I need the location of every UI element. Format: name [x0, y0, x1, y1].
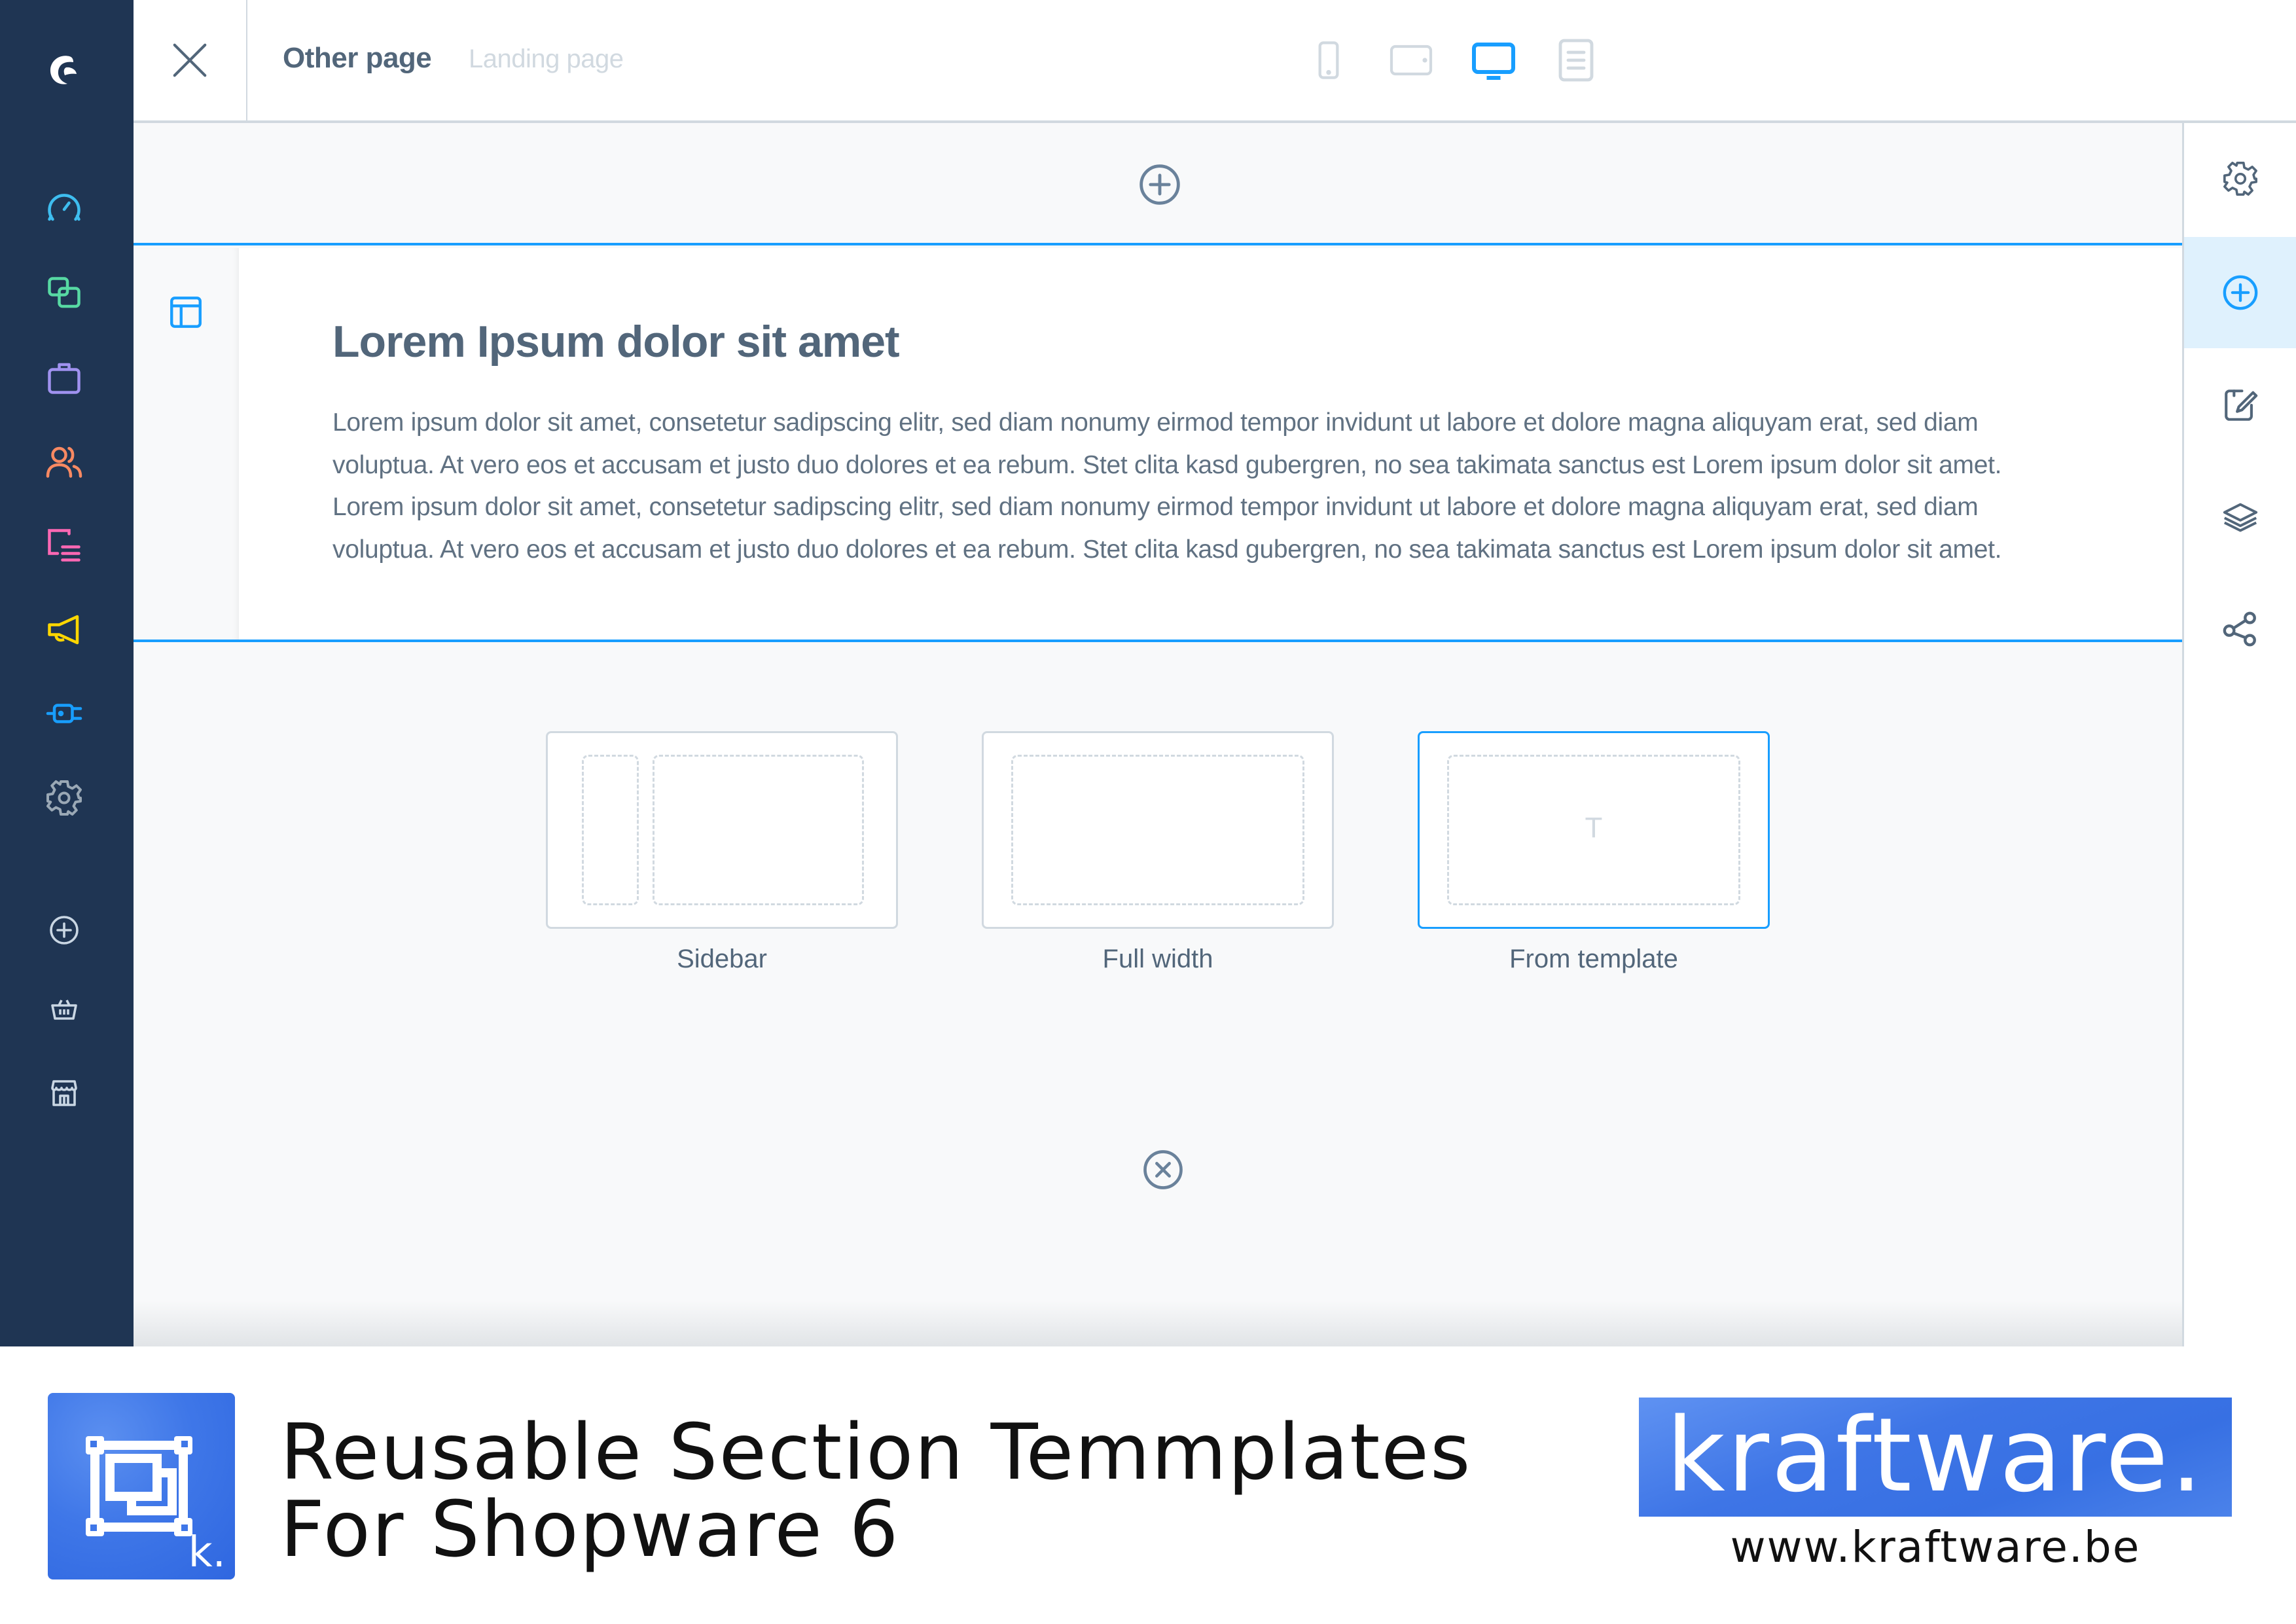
- cancel-section-selection-button[interactable]: [1139, 1146, 1187, 1193]
- sidebar-item-extensions[interactable]: [41, 690, 88, 737]
- main-slot: [653, 755, 864, 905]
- brand-logo: kraftware.: [1639, 1396, 2232, 1517]
- page-type-label: Landing page: [469, 45, 624, 73]
- sidebar-item-orders[interactable]: [41, 354, 88, 401]
- main-sidebar: [0, 0, 134, 1346]
- sidebar-item-marketing[interactable]: [41, 606, 88, 653]
- section-type-label: Sidebar: [677, 945, 767, 973]
- section-type-full-width[interactable]: [982, 731, 1334, 929]
- brand-name: kraftware.: [1666, 1396, 2205, 1515]
- gear-icon: [2223, 162, 2257, 196]
- brand-url-link[interactable]: www.kraftware.be: [1639, 1522, 2232, 1572]
- sidebar-item-content[interactable]: [41, 522, 88, 569]
- sidebar-tab-settings[interactable]: [2184, 123, 2296, 234]
- shopware-admin-app: Other page Landing page Lorem Ipsum dolo…: [0, 0, 2296, 1346]
- gear-icon: [46, 780, 82, 816]
- body-line: Lorem ipsum dolor sit amet, consetetur s…: [332, 493, 1979, 521]
- device-mobile-button[interactable]: [1305, 37, 1352, 84]
- body-line: Lorem ipsum dolor sit amet, consetetur s…: [332, 408, 1979, 437]
- section-settings-button[interactable]: [166, 293, 206, 332]
- section-heading: Lorem Ipsum dolor sit amet: [332, 317, 900, 367]
- template-glyph-icon: T: [1585, 812, 1603, 844]
- tablet-icon: [1390, 45, 1433, 76]
- sidebar-shortcut-basket[interactable]: [41, 986, 88, 1033]
- product-title: Reusable Section Temmplates For Shopware…: [280, 1413, 1471, 1568]
- sidebar-item-dashboard[interactable]: [41, 186, 88, 233]
- layers-icon: [2223, 503, 2257, 532]
- edit-document-icon: [2224, 389, 2257, 421]
- layout-sidebar-icon: [170, 297, 202, 328]
- plus-circle-icon: [1139, 164, 1180, 205]
- badge-letter: k.: [188, 1528, 226, 1577]
- section-body-text: Lorem ipsum dolor sit amet, consetetur s…: [332, 402, 2087, 571]
- section-handle: [134, 248, 239, 640]
- content-list-icon: [48, 529, 81, 562]
- users-icon: [46, 446, 82, 478]
- gauge-icon: [48, 194, 81, 221]
- close-circle-icon: [1143, 1150, 1183, 1189]
- section-type-sidebar[interactable]: [546, 731, 898, 929]
- list-document-icon: [1558, 39, 1594, 82]
- megaphone-icon: [48, 615, 79, 645]
- close-editor-button[interactable]: [134, 0, 247, 120]
- products-stack-icon: [48, 277, 81, 308]
- shopping-bag-icon: [48, 363, 81, 394]
- device-form-button[interactable]: [1552, 37, 1600, 84]
- cms-sidebar: [2182, 123, 2296, 1346]
- body-line: voluptua. At vero eos et accusam et just…: [332, 450, 2002, 479]
- desktop-icon: [1472, 43, 1515, 80]
- sidebar-tab-assignment[interactable]: [2184, 573, 2296, 685]
- product-title-line: For Shopware 6: [280, 1484, 900, 1574]
- sidebar-item-customers[interactable]: [41, 438, 88, 485]
- plugin-logo: k.: [48, 1393, 235, 1579]
- sidebar-tab-add-blocks[interactable]: [2184, 237, 2296, 348]
- page-title: Other page: [283, 42, 432, 74]
- sidebar-tab-layers[interactable]: [2184, 461, 2296, 573]
- add-section-bar: [134, 123, 2182, 245]
- product-title-line: Reusable Section Temmplates: [280, 1407, 1472, 1497]
- promo-banner: k. Reusable Section Temmplates For Shopw…: [0, 1346, 2296, 1624]
- sidebar-item-settings[interactable]: [41, 774, 88, 821]
- basket-icon: [51, 1000, 77, 1020]
- close-icon: [173, 43, 207, 77]
- device-switcher: [1305, 37, 1600, 84]
- section-type-from-template[interactable]: T: [1418, 731, 1770, 929]
- storefront-icon: [51, 1080, 77, 1106]
- sidebar-shortcut-storefront[interactable]: [41, 1070, 88, 1117]
- plus-circle-icon: [2223, 275, 2257, 310]
- full-width-slot: [1011, 755, 1304, 905]
- share-nodes-icon: [2223, 611, 2256, 647]
- section-type-label: From template: [1509, 945, 1678, 973]
- add-section-button[interactable]: [1136, 161, 1183, 208]
- body-line: voluptua. At vero eos et accusam et just…: [332, 535, 2002, 564]
- plus-circle-icon: [50, 916, 79, 945]
- cms-editor-header: Other page Landing page: [134, 0, 2296, 123]
- device-desktop-button[interactable]: [1470, 37, 1517, 84]
- sidebar-slot: [582, 755, 639, 905]
- cms-section[interactable]: Lorem Ipsum dolor sit amet Lorem ipsum d…: [134, 248, 2182, 642]
- device-tablet-button[interactable]: [1388, 37, 1435, 84]
- cms-canvas: Lorem Ipsum dolor sit amet Lorem ipsum d…: [134, 123, 2182, 1346]
- sidebar-tab-edit[interactable]: [2184, 350, 2296, 461]
- plug-icon: [46, 704, 82, 723]
- sidebar-shortcut-add[interactable]: [41, 907, 88, 954]
- sidebar-item-catalogues[interactable]: [41, 270, 88, 317]
- mobile-icon: [1318, 41, 1339, 79]
- section-type-label: Full width: [1102, 945, 1213, 973]
- shopware-logo-icon[interactable]: [31, 37, 97, 102]
